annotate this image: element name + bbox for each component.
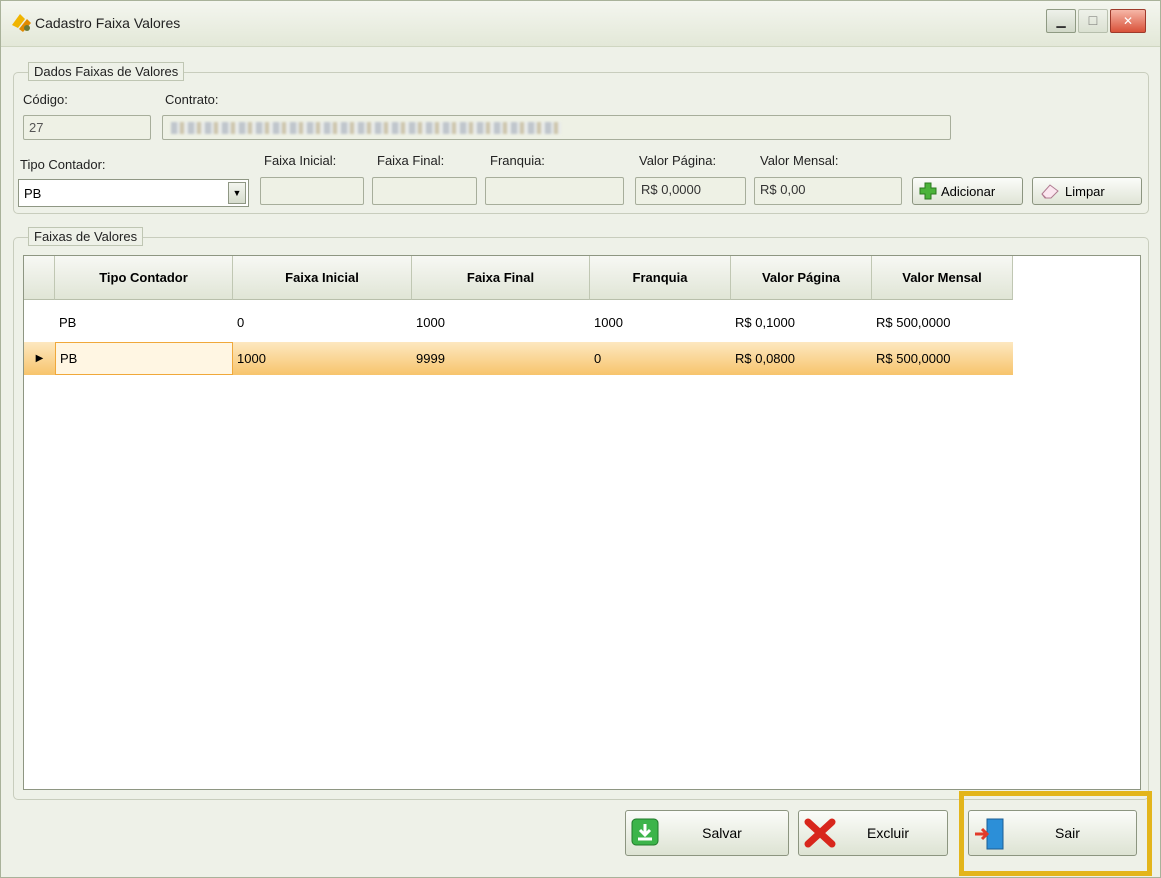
salvar-button[interactable]: Salvar — [625, 810, 789, 856]
valor-mensal-value: R$ 0,00 — [760, 182, 806, 197]
window-controls: ▁ ☐ ✕ — [1044, 9, 1146, 33]
close-icon: ✕ — [1122, 14, 1134, 28]
franquia-label: Franquia: — [490, 153, 545, 168]
faixas-grid[interactable]: Tipo Contador Faixa Inicial Faixa Final … — [23, 255, 1141, 790]
row-header-corner — [24, 256, 55, 300]
contrato-redacted — [171, 122, 561, 134]
col-header-valor-mensal[interactable]: Valor Mensal — [872, 256, 1013, 300]
cell-valor-mensal[interactable]: R$ 500,0000 — [872, 306, 1013, 339]
maximize-button[interactable]: ☐ — [1078, 9, 1108, 33]
codigo-field[interactable]: 27 — [23, 115, 151, 140]
contrato-field[interactable] — [162, 115, 951, 140]
cell-franquia[interactable]: 1000 — [590, 306, 731, 339]
row-header[interactable] — [24, 306, 55, 339]
cell-faixa-inicial[interactable]: 1000 — [233, 342, 412, 375]
excluir-button[interactable]: Excluir — [798, 810, 948, 856]
sair-highlight-box — [959, 791, 1152, 876]
cell-tipo-contador-editing[interactable]: PB — [55, 342, 233, 375]
cell-valor-mensal[interactable]: R$ 500,0000 — [872, 342, 1013, 375]
tipo-contador-value: PB — [24, 186, 42, 201]
limpar-label: Limpar — [1065, 183, 1105, 199]
dados-faixas-legend: Dados Faixas de Valores — [28, 62, 185, 81]
limpar-button[interactable]: Limpar — [1032, 177, 1142, 205]
col-header-tipo-contador[interactable]: Tipo Contador — [55, 256, 233, 300]
codigo-label: Código: — [23, 92, 68, 107]
cadastro-faixa-valores-window: Cadastro Faixa Valores ▁ ☐ ✕ Dados Faixa… — [0, 0, 1161, 878]
chevron-down-icon[interactable]: ▼ — [228, 182, 246, 204]
app-logo-icon — [12, 14, 31, 32]
col-header-faixa-final[interactable]: Faixa Final — [412, 256, 590, 300]
minimize-icon: ▁ — [1056, 14, 1066, 28]
valor-mensal-field[interactable]: R$ 0,00 — [754, 177, 902, 205]
valor-pagina-value: R$ 0,0000 — [641, 182, 701, 197]
cell-valor-pagina[interactable]: R$ 0,0800 — [731, 342, 872, 375]
minimize-button[interactable]: ▁ — [1046, 9, 1076, 33]
window-title: Cadastro Faixa Valores — [35, 15, 181, 31]
title-bar: Cadastro Faixa Valores ▁ ☐ ✕ — [1, 1, 1160, 47]
cell-faixa-final[interactable]: 9999 — [412, 342, 590, 375]
row-indicator-icon[interactable]: ▶ — [24, 342, 55, 375]
cell-franquia[interactable]: 0 — [590, 342, 731, 375]
faixa-inicial-field[interactable] — [260, 177, 364, 205]
tipo-contador-label: Tipo Contador: — [20, 157, 106, 172]
salvar-label: Salvar — [702, 825, 742, 841]
col-header-faixa-inicial[interactable]: Faixa Inicial — [233, 256, 412, 300]
faixas-valores-legend: Faixas de Valores — [28, 227, 144, 246]
valor-pagina-label: Valor Página: — [639, 153, 717, 168]
franquia-field[interactable] — [485, 177, 624, 205]
table-row-selected[interactable]: ▶ PB 1000 9999 0 R$ 0,0800 R$ 500,0000 — [24, 342, 1013, 375]
cell-faixa-final[interactable]: 1000 — [412, 306, 590, 339]
faixa-final-label: Faixa Final: — [377, 153, 445, 168]
contrato-label: Contrato: — [165, 92, 219, 107]
valor-mensal-label: Valor Mensal: — [760, 153, 839, 168]
plus-icon — [919, 182, 937, 200]
faixa-final-field[interactable] — [372, 177, 477, 205]
valor-pagina-field[interactable]: R$ 0,0000 — [635, 177, 746, 205]
cell-faixa-inicial[interactable]: 0 — [233, 306, 412, 339]
table-row[interactable]: PB 0 1000 1000 R$ 0,1000 R$ 500,0000 — [24, 306, 1013, 339]
adicionar-label: Adicionar — [941, 183, 996, 199]
grid-header: Tipo Contador Faixa Inicial Faixa Final … — [24, 256, 1013, 300]
col-header-franquia[interactable]: Franquia — [590, 256, 731, 300]
adicionar-button[interactable]: Adicionar — [912, 177, 1023, 205]
tipo-contador-select[interactable]: PB ▼ — [18, 179, 249, 207]
col-header-valor-pagina[interactable]: Valor Página — [731, 256, 872, 300]
faixa-inicial-label: Faixa Inicial: — [264, 153, 337, 168]
cell-valor-pagina[interactable]: R$ 0,1000 — [731, 306, 872, 339]
close-button[interactable]: ✕ — [1110, 9, 1146, 33]
eraser-icon — [1041, 184, 1059, 199]
excluir-label: Excluir — [866, 825, 909, 841]
codigo-value: 27 — [29, 120, 44, 135]
cell-tipo-contador[interactable]: PB — [55, 306, 233, 339]
maximize-icon: ☐ — [1087, 14, 1099, 28]
